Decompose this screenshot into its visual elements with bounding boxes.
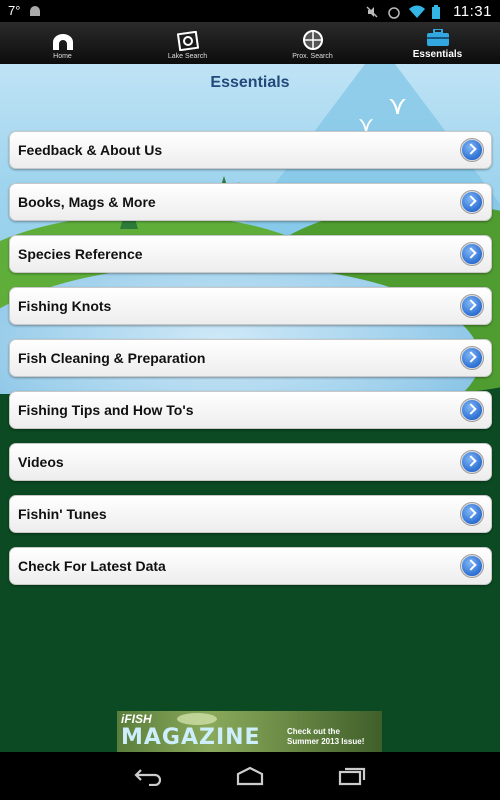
crosshair-icon bbox=[302, 30, 323, 50]
menu-item-fishin-tunes[interactable]: Fishin' Tunes bbox=[9, 495, 492, 533]
chevron-right-icon bbox=[461, 503, 483, 525]
fish-graphic bbox=[177, 713, 217, 725]
menu-item-species-reference[interactable]: Species Reference bbox=[9, 235, 492, 273]
tab-lake-search[interactable]: Lake Search bbox=[125, 22, 250, 64]
android-icon bbox=[28, 4, 42, 18]
chevron-right-icon bbox=[461, 191, 483, 213]
menu-item-fishing-tips[interactable]: Fishing Tips and How To's bbox=[9, 391, 492, 429]
menu-item-books-mags[interactable]: Books, Mags & More bbox=[9, 183, 492, 221]
chevron-right-icon bbox=[461, 399, 483, 421]
battery-icon bbox=[431, 4, 445, 19]
tab-home[interactable]: Home bbox=[0, 22, 125, 64]
menu-item-label: Feedback & About Us bbox=[18, 142, 163, 158]
menu-item-label: Species Reference bbox=[18, 246, 143, 262]
ad-title: MAGAZINE bbox=[121, 725, 261, 750]
menu-item-label: Books, Mags & More bbox=[18, 194, 156, 210]
home-icon bbox=[52, 34, 73, 50]
menu-item-label: Fishin' Tunes bbox=[18, 506, 107, 522]
menu-item-label: Fishing Tips and How To's bbox=[18, 402, 194, 418]
menu-item-label: Videos bbox=[18, 454, 64, 470]
system-nav-bar bbox=[0, 752, 500, 800]
lake-search-icon bbox=[176, 31, 199, 51]
tab-essentials-label: Essentials bbox=[412, 49, 463, 60]
chevron-right-icon bbox=[461, 295, 483, 317]
tab-prox-search[interactable]: Prox. Search bbox=[250, 22, 375, 64]
ad-banner[interactable]: iFISH MAGAZINE Check out the Summer 2013… bbox=[117, 711, 382, 752]
ad-cta-line1: Check out the bbox=[287, 727, 340, 736]
alarm-icon bbox=[387, 5, 401, 19]
mute-icon bbox=[365, 5, 379, 19]
chevron-right-icon bbox=[461, 139, 483, 161]
menu-item-label: Fish Cleaning & Preparation bbox=[18, 350, 206, 366]
recents-icon bbox=[338, 767, 366, 786]
back-button[interactable] bbox=[128, 761, 168, 791]
tab-home-label: Home bbox=[53, 53, 72, 60]
menu-item-fishing-knots[interactable]: Fishing Knots bbox=[9, 287, 492, 325]
bird-graphic: ⋎ bbox=[388, 90, 408, 120]
wifi-icon bbox=[409, 5, 426, 19]
temperature-text: 7° bbox=[8, 3, 21, 18]
clock-text: 11:31 bbox=[453, 3, 492, 20]
top-tab-bar: Home Lake Search Prox. Search Essentials bbox=[0, 22, 500, 65]
chevron-right-icon bbox=[461, 555, 483, 577]
ad-cta: Check out the Summer 2013 Issue! bbox=[287, 727, 364, 747]
menu-item-fish-cleaning[interactable]: Fish Cleaning & Preparation bbox=[9, 339, 492, 377]
home-nav-icon bbox=[236, 766, 264, 786]
menu-item-label: Fishing Knots bbox=[18, 298, 112, 314]
menu-item-check-latest-data[interactable]: Check For Latest Data bbox=[9, 547, 492, 585]
page-title: Essentials bbox=[210, 74, 290, 91]
essentials-menu: Feedback & About Us Books, Mags & More S… bbox=[9, 131, 492, 599]
menu-item-feedback-about[interactable]: Feedback & About Us bbox=[9, 131, 492, 169]
menu-item-videos[interactable]: Videos bbox=[9, 443, 492, 481]
chevron-right-icon bbox=[461, 243, 483, 265]
back-icon bbox=[134, 769, 162, 786]
chevron-right-icon bbox=[461, 347, 483, 369]
tab-lake-search-label: Lake Search bbox=[167, 53, 208, 60]
menu-item-label: Check For Latest Data bbox=[18, 558, 166, 574]
chevron-right-icon bbox=[461, 451, 483, 473]
tab-essentials[interactable]: Essentials bbox=[375, 22, 500, 64]
status-bar: 7° 11:31 bbox=[0, 0, 500, 22]
tab-prox-search-label: Prox. Search bbox=[292, 53, 333, 60]
home-nav-button[interactable] bbox=[230, 761, 270, 791]
recents-button[interactable] bbox=[332, 761, 372, 791]
ad-cta-line2: Summer 2013 Issue! bbox=[287, 737, 365, 746]
ad-brand: iFISH bbox=[121, 712, 152, 726]
tackle-box-icon bbox=[426, 29, 449, 46]
